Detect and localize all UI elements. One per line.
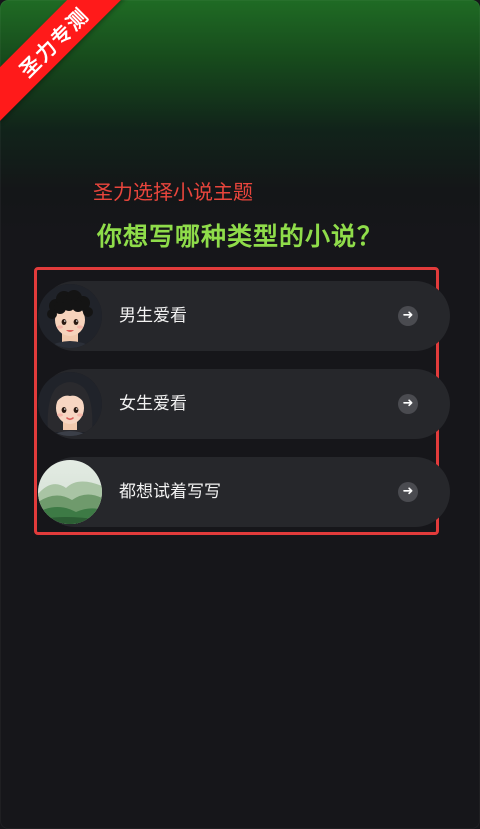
page-title: 你想写哪种类型的小说？: [96, 222, 383, 251]
arrow-right-icon[interactable]: ➜: [398, 394, 418, 414]
option-list: 男生爱看 ➜ 女生爱看 ➜ 都想试着写写 ➜: [34, 267, 450, 535]
option-male-readers[interactable]: 男生爱看 ➜: [38, 281, 450, 351]
option-label: 男生爱看: [119, 306, 187, 326]
landscape-avatar: [38, 460, 102, 524]
page-subtitle: 圣力选择小说主题: [93, 180, 253, 204]
option-label: 都想试着写写: [119, 482, 221, 502]
girl-avatar: [38, 372, 102, 436]
boy-avatar: [38, 284, 102, 348]
option-label: 女生爱看: [119, 394, 187, 414]
option-try-writing[interactable]: 都想试着写写 ➜: [38, 457, 450, 527]
arrow-right-icon[interactable]: ➜: [398, 482, 418, 502]
app-screen: 圣力专测 圣力选择小说主题 你想写哪种类型的小说？ 男生爱看 ➜ 女生爱看 ➜ …: [0, 0, 480, 829]
arrow-right-icon[interactable]: ➜: [398, 306, 418, 326]
option-female-readers[interactable]: 女生爱看 ➜: [38, 369, 450, 439]
test-ribbon: 圣力专测: [0, 0, 134, 122]
